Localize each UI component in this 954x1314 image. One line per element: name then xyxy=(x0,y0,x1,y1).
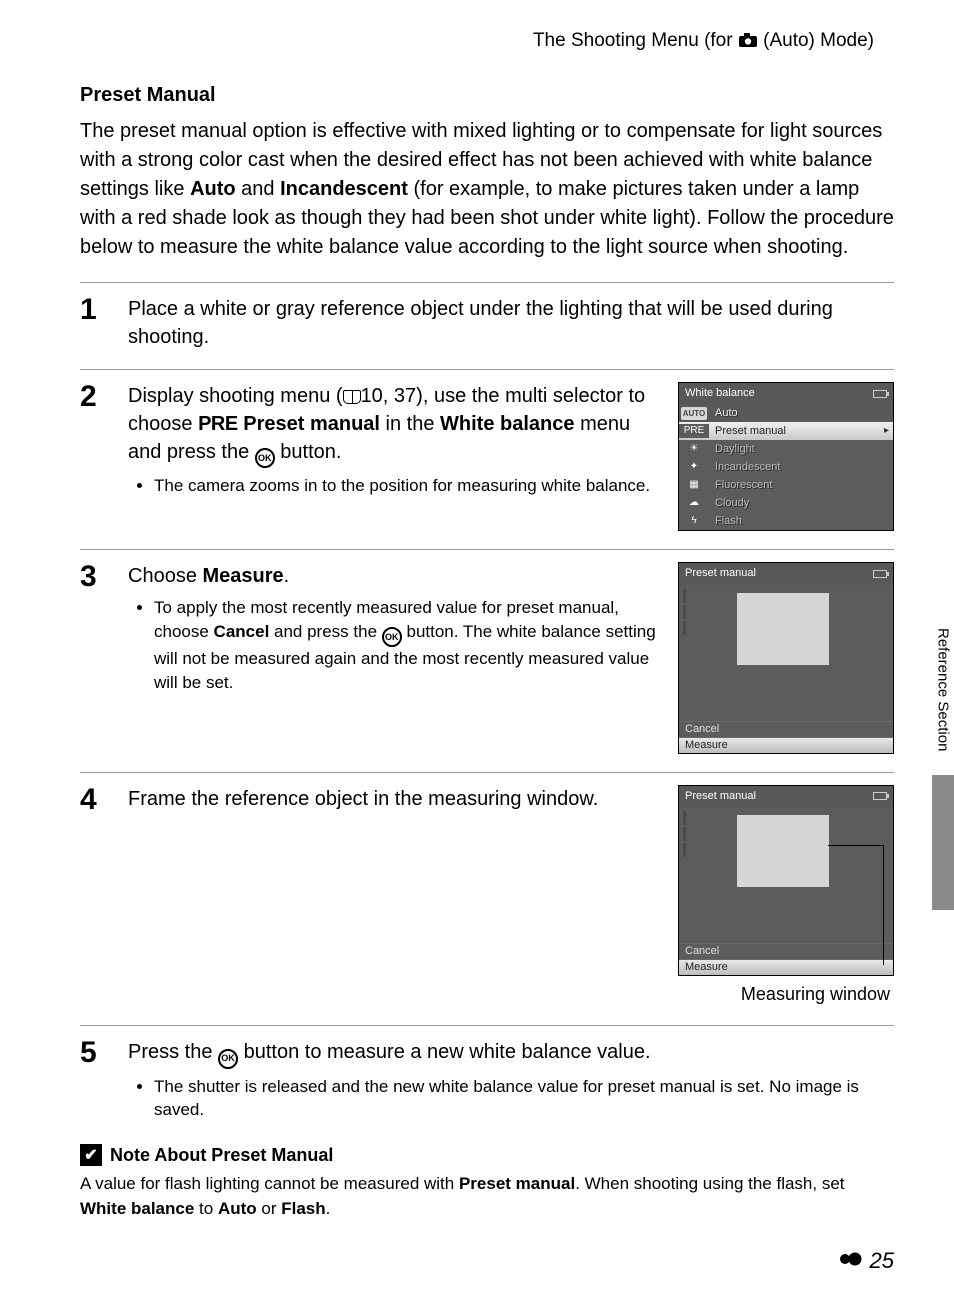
wb-item-fluorescent: ▦Fluorescent xyxy=(679,476,893,494)
section-title: Preset Manual xyxy=(80,84,894,107)
lcd-wb-title: White balance xyxy=(685,386,755,401)
step-number: 2 xyxy=(80,382,116,412)
note-body: A value for flash lighting cannot be mea… xyxy=(80,1172,894,1221)
measure-frame xyxy=(737,593,829,665)
lcd-pm-title: Preset manual xyxy=(685,566,756,581)
reference-section-icon xyxy=(838,1248,866,1274)
book-icon xyxy=(343,390,361,404)
pre-icon: PRE xyxy=(198,413,238,435)
step-3-text: Choose Measure. xyxy=(128,562,664,590)
step-number: 4 xyxy=(80,785,116,815)
ok-button-icon: OK xyxy=(382,627,402,647)
steps-list: 1 Place a white or gray reference object… xyxy=(80,282,894,1130)
step-2-text: Display shooting menu (10, 37), use the … xyxy=(128,382,664,468)
pm-cancel: Cancel xyxy=(679,943,893,959)
lcd-pm-title: Preset manual xyxy=(685,789,756,804)
chevron-right-icon: ▸ xyxy=(884,424,893,438)
header-text-before: The Shooting Menu (for xyxy=(533,30,738,51)
pm-measure: Measure xyxy=(679,959,893,975)
side-tab-thumb xyxy=(932,775,954,910)
step-5: 5 Press the OK button to measure a new w… xyxy=(80,1025,894,1130)
step-number: 1 xyxy=(80,295,116,325)
step-2-bullet: The camera zooms in to the position for … xyxy=(154,474,664,498)
step-4-text: Frame the reference object in the measur… xyxy=(128,785,664,813)
ok-button-icon: OK xyxy=(218,1049,238,1069)
measuring-window-caption: Measuring window xyxy=(678,982,894,1007)
step-5-bullet: The shutter is released and the new whit… xyxy=(154,1075,894,1123)
pm-measure: Measure xyxy=(679,737,893,753)
camera-icon xyxy=(738,32,758,54)
wb-item-flash: ϟFlash xyxy=(679,512,893,530)
measure-frame xyxy=(737,815,829,887)
pm-cancel: Cancel xyxy=(679,721,893,737)
step-2: 2 Display shooting menu (10, 37), use th… xyxy=(80,369,894,549)
wb-item-cloudy: ☁Cloudy xyxy=(679,494,893,512)
battery-icon xyxy=(873,390,887,398)
page-number: 25 xyxy=(838,1248,894,1274)
wb-item-daylight: ☀Daylight xyxy=(679,440,893,458)
step-3-bullet: To apply the most recently measured valu… xyxy=(154,596,664,695)
step-5-text: Press the OK button to measure a new whi… xyxy=(128,1038,894,1068)
check-icon: ✔ xyxy=(80,1144,102,1166)
lcd-preset-manual-measure: Preset manual Cancel Measure xyxy=(678,562,894,753)
lcd-preset-manual-window: Preset manual Cancel Measure xyxy=(678,785,894,976)
page-header: The Shooting Menu (for (Auto) Mode) xyxy=(80,30,894,54)
step-number: 3 xyxy=(80,562,116,592)
note-title: Note About Preset Manual xyxy=(110,1145,333,1166)
side-tab: Reference Section xyxy=(932,620,954,910)
section-intro: The preset manual option is effective wi… xyxy=(80,117,894,262)
step-1-text: Place a white or gray reference object u… xyxy=(128,295,894,351)
wb-item-auto: AUTO Auto xyxy=(679,404,893,422)
header-text-after: (Auto) Mode) xyxy=(763,30,874,51)
step-1: 1 Place a white or gray reference object… xyxy=(80,282,894,369)
battery-icon xyxy=(873,792,887,800)
step-3: 3 Choose Measure. To apply the most rece… xyxy=(80,549,894,771)
side-tab-label: Reference Section xyxy=(935,620,952,751)
note-block: ✔ Note About Preset Manual A value for f… xyxy=(80,1144,894,1221)
step-4: 4 Frame the reference object in the meas… xyxy=(80,772,894,1026)
battery-icon xyxy=(873,570,887,578)
ok-button-icon: OK xyxy=(255,448,275,468)
step-number: 5 xyxy=(80,1038,116,1068)
wb-item-incandescent: ✦Incandescent xyxy=(679,458,893,476)
lcd-white-balance: White balance AUTO Auto PRE Preset manua… xyxy=(678,382,894,531)
wb-item-preset-manual: PRE Preset manual ▸ xyxy=(679,422,893,440)
